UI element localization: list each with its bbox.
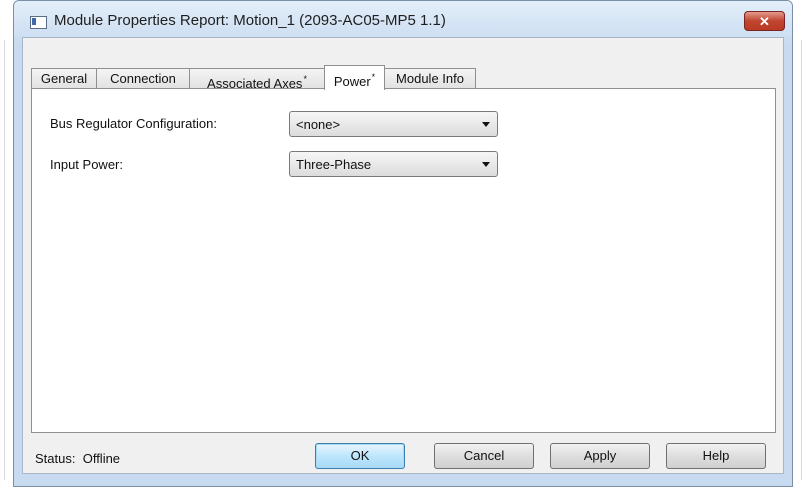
apply-button[interactable]: Apply <box>550 443 650 469</box>
tab-module-info-label: Module Info <box>396 71 464 86</box>
power-tab-panel: Bus Regulator Configuration: <none> Inpu… <box>31 88 776 433</box>
help-button[interactable]: Help <box>666 443 766 469</box>
chevron-down-icon <box>482 162 490 167</box>
cancel-button[interactable]: Cancel <box>434 443 534 469</box>
tab-power-modified-marker: * <box>371 72 376 82</box>
title-bar[interactable]: Module Properties Report: Motion_1 (2093… <box>14 1 792 37</box>
tab-associated-axes[interactable]: Associated Axes* <box>189 68 325 91</box>
desktop-edge-right <box>801 40 802 480</box>
status-label: Status: <box>35 451 76 466</box>
tab-associated-axes-modified-marker: * <box>303 74 307 84</box>
status-value: Offline <box>82 451 121 466</box>
tab-connection-label: Connection <box>110 71 176 86</box>
input-power-dropdown[interactable]: Three-Phase <box>289 151 498 177</box>
close-icon: ✕ <box>759 14 770 29</box>
tab-power-label: Power <box>333 74 371 89</box>
tab-general-label: General <box>40 71 88 86</box>
window-title: Module Properties Report: Motion_1 (2093… <box>54 12 446 29</box>
status-text: Status: Offline <box>35 451 120 466</box>
tab-module-info[interactable]: Module Info <box>384 68 476 88</box>
window-app-icon <box>30 16 47 29</box>
bus-regulator-value: <none> <box>296 117 341 132</box>
dialog-client-area: General Connection Associated Axes* Powe… <box>22 37 784 474</box>
desktop-edge <box>4 40 5 480</box>
ok-button[interactable]: OK <box>315 443 405 469</box>
tab-connection[interactable]: Connection <box>96 68 190 88</box>
chevron-down-icon <box>482 122 490 127</box>
module-properties-dialog: Module Properties Report: Motion_1 (2093… <box>13 0 793 487</box>
bus-regulator-label: Bus Regulator Configuration: <box>50 116 217 131</box>
input-power-value: Three-Phase <box>296 157 372 172</box>
bus-regulator-dropdown[interactable]: <none> <box>289 111 498 137</box>
tab-power[interactable]: Power* <box>324 65 385 90</box>
input-power-label: Input Power: <box>50 157 123 172</box>
close-button[interactable]: ✕ <box>744 11 785 31</box>
tab-general[interactable]: General <box>31 68 97 88</box>
